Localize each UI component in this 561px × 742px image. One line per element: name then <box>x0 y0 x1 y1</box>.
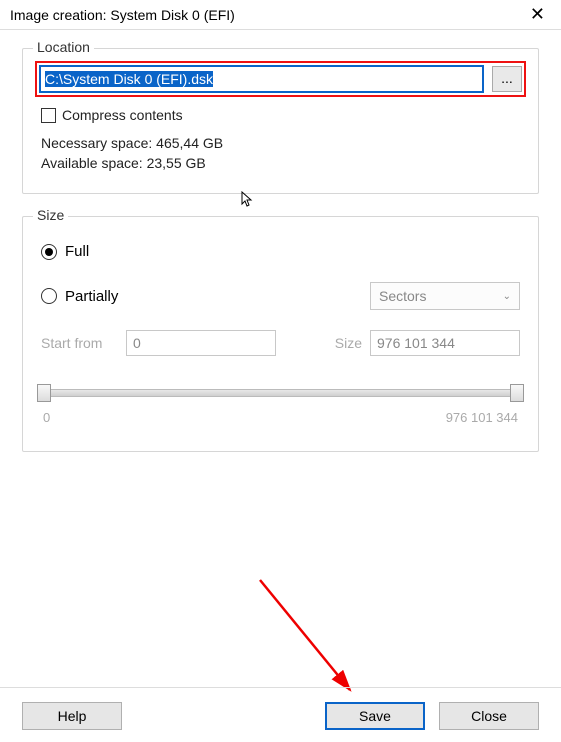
available-space-label: Available space: 23,55 GB <box>41 155 520 171</box>
size-group-label: Size <box>33 207 68 223</box>
window-title: Image creation: System Disk 0 (EFI) <box>10 7 522 23</box>
radio-partially-label: Partially <box>65 288 118 305</box>
necessary-space-label: Necessary space: 465,44 GB <box>41 135 520 151</box>
radio-partially-icon <box>41 288 57 304</box>
slider-max-label: 976 101 344 <box>446 410 518 425</box>
radio-full-icon <box>41 244 57 260</box>
button-bar: Help Save Close <box>0 687 561 730</box>
size-field-label: Size <box>330 335 370 351</box>
radio-full-label: Full <box>65 243 89 260</box>
compress-label: Compress contents <box>62 107 183 123</box>
start-from-input[interactable]: 0 <box>126 330 276 356</box>
close-button[interactable]: Close <box>439 702 539 730</box>
slider-rail <box>43 389 518 397</box>
location-path-value: C:\System Disk 0 (EFI).dsk <box>45 71 213 87</box>
close-icon[interactable]: ✕ <box>522 4 553 25</box>
location-group-label: Location <box>33 39 94 55</box>
slider-thumb-left[interactable] <box>37 384 51 402</box>
size-group: Size Full Partially Sectors ⌄ Start from… <box>22 216 539 452</box>
size-input[interactable]: 976 101 344 <box>370 330 520 356</box>
units-dropdown[interactable]: Sectors ⌄ <box>370 282 520 310</box>
compress-checkbox[interactable] <box>41 108 56 123</box>
location-highlight: C:\System Disk 0 (EFI).dsk ... <box>35 61 526 97</box>
help-button[interactable]: Help <box>22 702 122 730</box>
radio-partially[interactable]: Partially Sectors ⌄ <box>41 282 520 310</box>
units-value: Sectors <box>379 288 426 304</box>
radio-full[interactable]: Full <box>41 243 520 260</box>
range-fields: Start from 0 Size 976 101 344 <box>41 330 520 356</box>
save-button[interactable]: Save <box>325 702 425 730</box>
location-group: Location C:\System Disk 0 (EFI).dsk ... … <box>22 48 539 194</box>
start-from-label: Start from <box>41 335 126 351</box>
dialog-content: Location C:\System Disk 0 (EFI).dsk ... … <box>0 30 561 484</box>
range-slider[interactable]: 0 976 101 344 <box>43 384 518 425</box>
compress-checkbox-row[interactable]: Compress contents <box>41 107 520 123</box>
location-path-input[interactable]: C:\System Disk 0 (EFI).dsk <box>39 65 484 93</box>
slider-thumb-right[interactable] <box>510 384 524 402</box>
chevron-down-icon: ⌄ <box>503 291 511 302</box>
slider-min-label: 0 <box>43 410 50 425</box>
browse-button[interactable]: ... <box>492 66 522 92</box>
titlebar: Image creation: System Disk 0 (EFI) ✕ <box>0 0 561 30</box>
cursor-icon <box>241 191 255 212</box>
